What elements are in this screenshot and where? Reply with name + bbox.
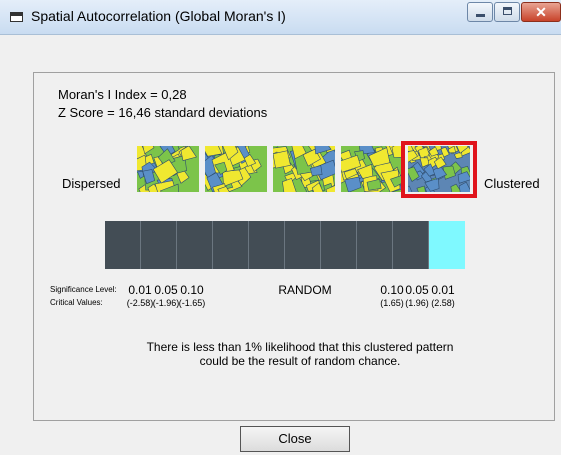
bar-segment xyxy=(393,221,429,269)
bar-segment xyxy=(105,221,141,269)
window-title: Spatial Autocorrelation (Global Moran's … xyxy=(31,8,286,24)
z-score-text: Z Score = 16,46 standard deviations xyxy=(58,105,268,120)
bar-segment xyxy=(249,221,285,269)
pattern-map-icon xyxy=(341,146,403,192)
bar-segment xyxy=(141,221,177,269)
pattern-map-icon xyxy=(273,146,335,192)
morans-index-text: Moran's I Index = 0,28 xyxy=(58,87,187,102)
window-icon xyxy=(10,12,23,22)
pattern-thumbnail-4 xyxy=(341,146,403,192)
bar-segment-highlighted xyxy=(429,221,465,269)
significance-bar xyxy=(105,221,465,269)
critical-value-left-3: (-1.65) xyxy=(178,298,206,308)
dispersed-label: Dispersed xyxy=(62,176,121,191)
maximize-button[interactable] xyxy=(494,2,520,22)
pattern-map-icon xyxy=(137,146,199,192)
critical-values-label: Critical Values: xyxy=(50,298,103,307)
bar-segment xyxy=(177,221,213,269)
pattern-thumbnail-random xyxy=(273,146,335,192)
close-window-button[interactable]: ✕ xyxy=(521,2,561,22)
bar-segment xyxy=(357,221,393,269)
sig-level-random: RANDOM xyxy=(278,283,332,297)
result-message-line-1: There is less than 1% likelihood that th… xyxy=(146,340,454,354)
bar-segment xyxy=(213,221,249,269)
minimize-button[interactable] xyxy=(467,2,493,22)
pattern-map-icon xyxy=(205,146,267,192)
sig-level-right-001: 0.01 xyxy=(431,283,455,297)
dialog-window: Spatial Autocorrelation (Global Moran's … xyxy=(0,0,561,455)
bar-segment xyxy=(285,221,321,269)
significance-level-label: Significance Level: xyxy=(50,285,117,294)
bar-segment xyxy=(321,221,357,269)
result-message-line-2: could be the result of random chance. xyxy=(199,354,401,368)
pattern-thumbnail-2 xyxy=(205,146,267,192)
sig-level-left-010: 0.10 xyxy=(180,283,204,297)
pattern-thumbnail-dispersed xyxy=(137,146,199,192)
title-bar[interactable]: Spatial Autocorrelation (Global Moran's … xyxy=(0,0,561,35)
selected-pattern-frame xyxy=(401,141,477,198)
close-button[interactable]: Close xyxy=(240,426,350,452)
clustered-label: Clustered xyxy=(484,176,540,191)
close-icon: ✕ xyxy=(535,4,547,20)
critical-value-right-3: (2.58) xyxy=(431,298,455,308)
